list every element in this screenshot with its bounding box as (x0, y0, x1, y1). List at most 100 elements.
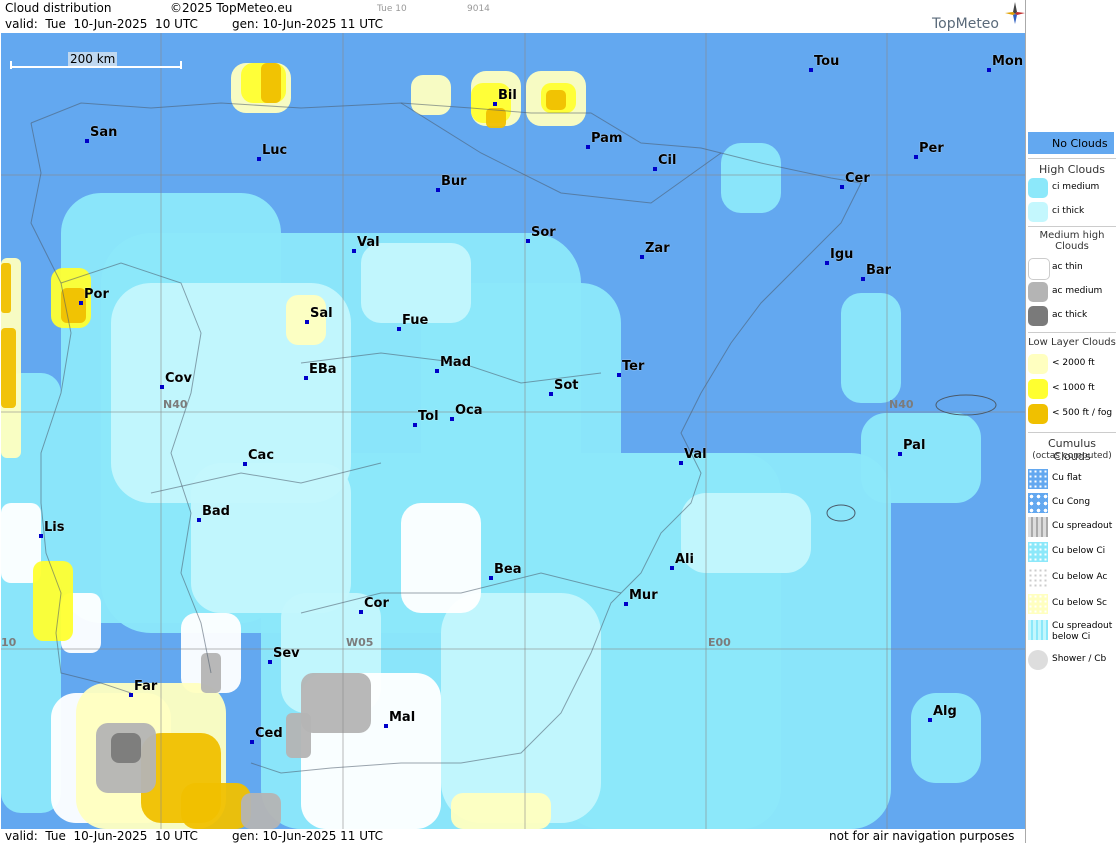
legend-ac-medium: ac medium (1028, 282, 1116, 304)
city-label: Sev (273, 646, 300, 661)
city-label: Bad (202, 504, 230, 519)
city-label: Cil (658, 153, 677, 168)
cloud-patch (1, 328, 16, 408)
legend-low-500: < 500 ft / fog (1028, 404, 1116, 426)
legend-low-2000: < 2000 ft (1028, 354, 1116, 376)
footer-valid: valid: Tue 10-Jun-2025 10 UTC (5, 829, 198, 843)
gen-time: gen: 10-Jun-2025 11 UTC (232, 17, 384, 31)
city-marker-icon (809, 68, 813, 72)
map-title: Cloud distribution (5, 1, 112, 15)
legend-ci-medium: ci medium (1028, 178, 1116, 200)
city-marker-icon (129, 693, 133, 697)
legend-cu-subtitle: (octas computed) (1032, 451, 1112, 461)
cloud-layer (1, 33, 1025, 829)
city-marker-icon (413, 423, 417, 427)
city-label: Mad (440, 355, 472, 370)
copyright: ©2025 TopMeteo.eu (170, 1, 293, 15)
cloud-patch (861, 413, 981, 503)
city-marker-icon (85, 139, 89, 143)
cloud-patch (111, 733, 141, 763)
city-label: Lis (44, 520, 65, 535)
legend-cu-cong: Cu Cong (1028, 493, 1116, 515)
city-marker-icon (861, 277, 865, 281)
legend-medium-title: Medium high Clouds (1039, 230, 1105, 252)
legend-ac-thick: ac thick (1028, 306, 1116, 328)
city-label: Cor (364, 596, 389, 611)
city-marker-icon (257, 157, 261, 161)
legend-low-title: Low Layer Clouds (1028, 337, 1116, 348)
cloud-patch (441, 593, 601, 823)
cloud-patch (411, 75, 451, 115)
cloud-patch (401, 503, 481, 613)
legend-cu-spreadout-below-ci: Cu spreadout below Ci (1028, 620, 1116, 646)
city-marker-icon (160, 385, 164, 389)
cloud-patch (191, 463, 351, 613)
cloud-patch (721, 143, 781, 213)
city-label: Cov (165, 371, 192, 386)
cloud-patch (841, 293, 901, 403)
city-marker-icon (197, 518, 201, 522)
city-label: EBa (309, 362, 337, 377)
city-label: Por (84, 287, 109, 302)
cloud-patch (301, 673, 371, 733)
city-label: San (90, 125, 118, 140)
city-label: Pal (903, 438, 926, 453)
cloud-map[interactable]: 200 km N40 N40 W05 E00 10 Tou Mon Bil San Lu… (1, 33, 1025, 829)
scale-label: 200 km (68, 52, 118, 66)
city-label: Pam (591, 131, 623, 146)
city-marker-icon (397, 327, 401, 331)
legend-low-1000: < 1000 ft (1028, 379, 1116, 401)
city-marker-icon (679, 461, 683, 465)
legend-cu-below-ac: Cu below Ac (1028, 568, 1116, 590)
city-marker-icon (436, 188, 440, 192)
city-marker-icon (914, 155, 918, 159)
city-label: Igu (830, 247, 854, 262)
cloud-patch (181, 783, 251, 829)
legend-panel: No Clouds High Clouds ci medium ci thick… (1025, 0, 1117, 843)
city-label: Val (357, 235, 380, 250)
grid-label-n40-right: N40 (889, 398, 914, 411)
cloud-patch (61, 288, 86, 323)
legend-cu-below-ci: Cu below Ci (1028, 542, 1116, 564)
city-label: Bar (866, 263, 892, 278)
footer-disclaimer: not for air navigation purposes (829, 829, 1015, 843)
city-marker-icon (825, 261, 829, 265)
city-marker-icon (624, 602, 628, 606)
city-marker-icon (304, 376, 308, 380)
city-marker-icon (243, 462, 247, 466)
legend-cu-spreadout: Cu spreadout (1028, 517, 1116, 539)
city-label: Cac (248, 448, 275, 463)
legend-no-clouds: No Clouds (1028, 132, 1116, 154)
city-label: Sot (554, 378, 579, 393)
city-marker-icon (359, 610, 363, 614)
legend-ac-thin: ac thin (1028, 258, 1116, 280)
footer-gen: gen: 10-Jun-2025 11 UTC (232, 829, 384, 843)
city-label: Bea (494, 562, 522, 577)
city-marker-icon (898, 452, 902, 456)
valid-time: valid: Tue 10-Jun-2025 10 UTC (5, 17, 198, 31)
city-marker-icon (640, 255, 644, 259)
city-label: Oca (455, 403, 483, 418)
legend-ci-thick: ci thick (1028, 202, 1116, 224)
city-marker-icon (384, 724, 388, 728)
legend-high-title: High Clouds (1039, 163, 1105, 176)
city-label: Sor (531, 225, 556, 240)
city-label: Ced (255, 726, 283, 741)
city-label: Far (134, 679, 158, 694)
compass-icon (1005, 2, 1025, 24)
code-small: 9014 (467, 4, 490, 14)
cloud-patch (361, 243, 471, 323)
city-marker-icon (268, 660, 272, 664)
cloud-patch (286, 713, 311, 758)
city-label: Per (919, 141, 944, 156)
city-label: Bur (441, 174, 467, 189)
city-marker-icon (928, 718, 932, 722)
city-label: Tou (814, 54, 840, 69)
cloud-patch (681, 493, 811, 573)
city-marker-icon (352, 249, 356, 253)
grid-label-e00: E00 (708, 636, 731, 649)
footer: valid: Tue 10-Jun-2025 10 UTC gen: 10-Ju… (0, 829, 1025, 843)
city-label: Mal (389, 710, 416, 725)
grid-label-w05: W05 (346, 636, 374, 649)
city-marker-icon (435, 369, 439, 373)
